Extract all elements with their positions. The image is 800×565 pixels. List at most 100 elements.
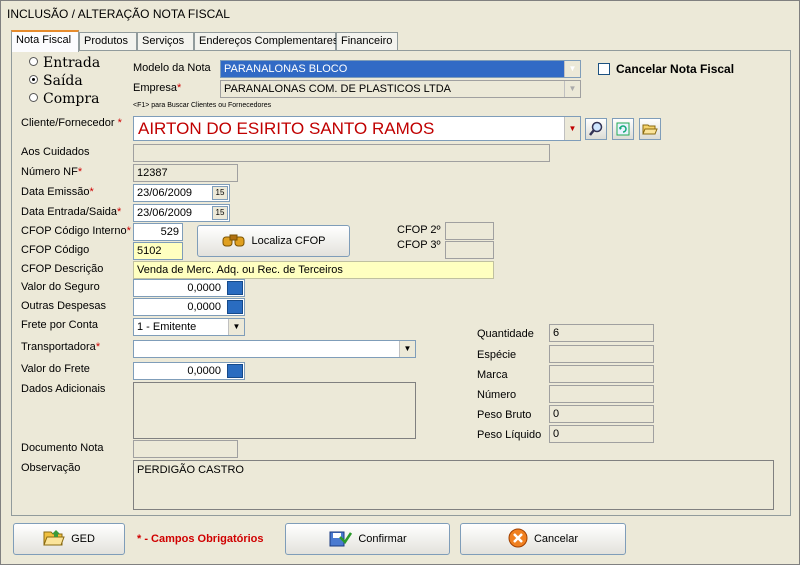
chevron-down-icon[interactable]: ▼ — [564, 117, 580, 140]
window-title: INCLUSÃO / ALTERAÇÃO NOTA FISCAL — [7, 7, 230, 21]
peso-liquido-label: Peso Líquido — [477, 429, 542, 441]
localiza-cfop-button[interactable]: Localiza CFOP — [197, 225, 350, 257]
outras-despesas-input[interactable]: 0,0000 — [133, 298, 245, 316]
radio-compra-label: Compra — [43, 91, 100, 107]
documento-nota-input[interactable] — [133, 440, 238, 458]
valor-frete-input[interactable]: 0,0000 — [133, 362, 245, 380]
radio-dot-selected — [29, 75, 38, 84]
chevron-down-icon[interactable]: ▼ — [564, 81, 580, 97]
especie-label: Espécie — [477, 349, 517, 361]
cfop-interno-label: CFOP Código Interno* — [21, 225, 131, 237]
cfop-descricao-label: CFOP Descrição — [21, 263, 104, 275]
peso-liquido-input[interactable]: 0 — [549, 425, 654, 443]
frete-conta-value: 1 - Emitente — [137, 321, 197, 333]
data-emissao-input[interactable]: 23/06/2009 15 — [133, 184, 230, 202]
required-mark: * — [77, 166, 83, 178]
data-entrada-label: Data Entrada/Saida* — [21, 206, 121, 218]
quantidade-input[interactable]: 6 — [549, 324, 654, 342]
calendar-icon[interactable]: 15 — [212, 206, 228, 220]
cfop-interno-input[interactable]: 529 — [133, 223, 183, 241]
especie-input[interactable] — [549, 345, 654, 363]
required-mark: * — [177, 82, 182, 94]
ged-button[interactable]: GED — [13, 523, 125, 555]
cliente-combo[interactable]: AIRTON DO ESIRITO SANTO RAMOS ▼ — [133, 116, 581, 141]
empresa-label: Empresa* — [133, 82, 181, 94]
radio-dot — [29, 93, 38, 102]
cfop-descricao-input[interactable]: Venda de Merc. Adq. ou Rec. de Terceiros — [133, 261, 494, 279]
folder-open-icon[interactable] — [639, 118, 661, 140]
required-mark: * — [126, 225, 131, 237]
aos-cuidados-input[interactable] — [133, 144, 550, 162]
cancelar-label: Cancelar — [533, 533, 579, 545]
empresa-select[interactable]: PARANALONAS COM. DE PLASTICOS LTDA ▼ — [220, 80, 581, 98]
chevron-down-icon[interactable]: ▼ — [564, 61, 580, 77]
data-entrada-input[interactable]: 23/06/2009 15 — [133, 204, 230, 222]
calculator-icon[interactable] — [227, 364, 243, 378]
data-entrada-value: 23/06/2009 — [137, 207, 193, 219]
transportadora-select[interactable]: ▼ — [133, 340, 416, 358]
frete-conta-select[interactable]: 1 - Emitente ▼ — [133, 318, 245, 336]
cfop2-label: CFOP 2º — [397, 224, 441, 236]
folder-open-icon — [43, 529, 65, 550]
cancelar-button[interactable]: Cancelar — [460, 523, 626, 555]
empresa-value: PARANALONAS COM. DE PLASTICOS LTDA — [224, 83, 451, 95]
required-fields-note: * - Campos Obrigatórios — [137, 533, 264, 545]
quantidade-label: Quantidade — [477, 328, 534, 340]
tab-servicos[interactable]: Serviços — [137, 32, 194, 51]
confirmar-label: Confirmar — [358, 533, 407, 545]
required-mark: * — [95, 341, 101, 353]
chevron-down-icon[interactable]: ▼ — [228, 319, 244, 335]
cfop-interno-label-text: CFOP Código Interno — [21, 225, 127, 237]
empresa-label-text: Empresa — [133, 82, 178, 94]
outras-despesas-label: Outras Despesas — [21, 300, 106, 312]
cancelar-nf-label: Cancelar Nota Fiscal — [616, 62, 735, 76]
documento-nota-label: Documento Nota — [21, 442, 104, 454]
cliente-value: AIRTON DO ESIRITO SANTO RAMOS — [138, 119, 435, 138]
cancelar-nf-checkbox[interactable] — [598, 63, 610, 75]
calculator-icon[interactable] — [227, 300, 243, 314]
tab-produtos[interactable]: Produtos — [79, 32, 137, 51]
observacao-label: Observação — [21, 462, 81, 474]
aos-cuidados-label: Aos Cuidados — [21, 146, 90, 158]
valor-frete-label: Valor do Frete — [21, 363, 90, 375]
cfop-codigo-input[interactable]: 5102 — [133, 242, 183, 260]
valor-seguro-input[interactable]: 0,0000 — [133, 279, 245, 297]
frete-conta-label: Frete por Conta — [21, 319, 99, 331]
cfop3-input[interactable] — [445, 241, 494, 259]
required-mark: * — [89, 186, 94, 198]
required-mark: * — [117, 117, 122, 129]
dados-adicionais-label: Dados Adicionais — [21, 383, 106, 395]
calculator-icon[interactable] — [227, 281, 243, 295]
numero-label: Número — [477, 389, 517, 401]
radio-compra[interactable]: Compra — [29, 91, 99, 107]
numero-nf-input[interactable]: 12387 — [133, 164, 238, 182]
refresh-icon[interactable] — [612, 118, 634, 140]
modelo-value: PARANALONAS BLOCO — [224, 63, 348, 75]
calendar-icon[interactable]: 15 — [212, 186, 228, 200]
modelo-select[interactable]: PARANALONAS BLOCO ▼ — [220, 60, 581, 78]
radio-entrada[interactable]: Entrada — [29, 55, 100, 71]
radio-saida-label: Saída — [43, 73, 83, 89]
marca-input[interactable] — [549, 365, 654, 383]
cfop3-label: CFOP 3º — [397, 239, 441, 251]
ged-label: GED — [71, 533, 95, 545]
search-icon[interactable] — [585, 118, 607, 140]
cfop2-input[interactable] — [445, 222, 494, 240]
tab-enderecos[interactable]: Endereços Complementares — [194, 32, 338, 51]
confirmar-button[interactable]: Confirmar — [285, 523, 450, 555]
valor-frete-value: 0,0000 — [187, 365, 221, 377]
search-hint: <F1> para Buscar Clientes ou Fornecedore… — [133, 102, 272, 109]
data-emissao-label: Data Emissão* — [21, 186, 94, 198]
observacao-textarea[interactable]: PERDIGÃO CASTRO — [133, 460, 774, 510]
modelo-label: Modelo da Nota — [133, 62, 211, 74]
numero-nf-label-text: Número NF — [21, 166, 78, 178]
peso-bruto-input[interactable]: 0 — [549, 405, 654, 423]
chevron-down-icon[interactable]: ▼ — [399, 341, 415, 357]
numero-input[interactable] — [549, 385, 654, 403]
radio-saida[interactable]: Saída — [29, 73, 83, 89]
tab-financeiro[interactable]: Financeiro — [336, 32, 398, 51]
cliente-label: Cliente/Fornecedor * — [21, 117, 122, 129]
dados-adicionais-textarea[interactable] — [133, 382, 416, 439]
tab-nota-fiscal[interactable]: Nota Fiscal — [11, 30, 79, 52]
dialog-window: INCLUSÃO / ALTERAÇÃO NOTA FISCAL Nota Fi… — [0, 0, 800, 565]
